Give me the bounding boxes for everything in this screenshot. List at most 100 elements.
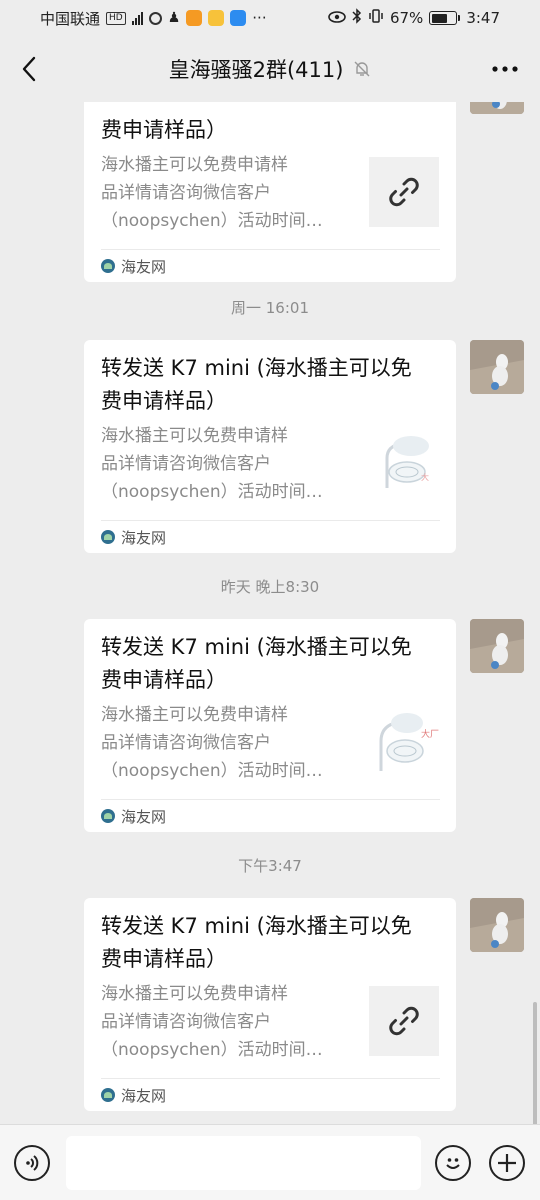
- link-card-body: 海水播主可以免费申请样 品详情请咨询微信客户 （noopsychen）活动时间……: [101, 422, 440, 506]
- link-card-source: 海友网: [101, 799, 440, 832]
- svg-text:大: 大: [421, 472, 429, 482]
- source-logo-icon: [101, 809, 115, 823]
- status-right: 67% 3:47: [328, 8, 500, 28]
- sync-icon: [148, 11, 162, 25]
- eye-icon: [328, 9, 346, 27]
- message-timestamp: 下午3:47: [238, 857, 302, 875]
- link-card-description: 海水播主可以免费申请样 品详情请咨询微信客户 （noopsychen）活动时间…: [101, 422, 353, 506]
- message-list[interactable]: 费申请样品） 海水播主可以免费申请样 品详情请咨询微信客户 （noopsyche…: [0, 102, 540, 1124]
- link-card-title-line: 转发送 K7 mini (海水播主可以免: [101, 914, 412, 938]
- desc-line: 海水播主可以免费申请样: [101, 984, 288, 1004]
- carrier-label: 中国联通: [40, 9, 101, 28]
- chat-title: 皇海骚骚2群(411): [168, 58, 344, 82]
- desc-line: 品详情请咨询微信客户: [101, 733, 271, 753]
- battery-icon: [429, 11, 461, 25]
- bell-off-icon: [354, 61, 370, 77]
- desc-line: （noopsychen）活动时间…: [101, 1040, 323, 1060]
- signal-icon: [131, 11, 143, 25]
- desc-line: 海水播主可以免费申请样: [101, 426, 288, 446]
- sender-avatar[interactable]: [470, 619, 524, 673]
- source-logo-icon: [101, 1088, 115, 1102]
- link-icon: [389, 177, 419, 207]
- product-image-icon: 大: [385, 436, 429, 488]
- plus-icon: [498, 1154, 516, 1172]
- link-card[interactable]: 转发送 K7 mini (海水播主可以免 费申请样品） 海水播主可以免费申请样 …: [84, 340, 456, 553]
- vibrate-icon: [368, 8, 384, 28]
- emoji-icon: [446, 1158, 460, 1169]
- link-card-title: 转发送 K7 mini (海水播主可以免 费申请样品）: [101, 631, 439, 697]
- source-logo-icon: [101, 530, 115, 544]
- sender-avatar[interactable]: [470, 898, 524, 952]
- source-name: 海友网: [121, 807, 167, 826]
- source-logo-icon: [101, 259, 115, 273]
- link-icon: [389, 1006, 419, 1036]
- search-app-icon: [230, 10, 247, 26]
- desc-line: 品详情请咨询微信客户: [101, 1012, 271, 1032]
- message-timestamp: 昨天 晚上8:30: [220, 578, 320, 596]
- link-card-title-line: 费申请样品）: [101, 389, 227, 413]
- link-card-description: 海水播主可以免费申请样 品详情请咨询微信客户 （noopsychen）活动时间…: [101, 701, 353, 785]
- link-card-body: 海水播主可以免费申请样 品详情请咨询微信客户 （noopsychen）活动时间…: [101, 980, 440, 1064]
- link-card-title-line: [101, 102, 439, 114]
- more-options-button[interactable]: [488, 50, 522, 88]
- back-button[interactable]: [12, 50, 46, 88]
- svg-text:大厂: 大厂: [421, 728, 439, 740]
- voice-icon: [26, 1155, 39, 1171]
- source-name: 海友网: [121, 257, 167, 276]
- link-card-source: 海友网: [101, 520, 440, 553]
- source-name: 海友网: [121, 528, 167, 547]
- status-bar: 中国联通 HD ♟ ··· 67% 3:47: [0, 0, 540, 36]
- link-thumbnail: 大: [369, 428, 439, 498]
- link-card-title: 转发送 K7 mini (海水播主可以免 费申请样品）: [101, 352, 439, 418]
- video-app-icon: [186, 10, 203, 26]
- title-group: 皇海骚骚2群(411): [169, 54, 372, 84]
- qq-icon: ♟: [167, 10, 181, 26]
- sender-avatar[interactable]: [470, 102, 524, 114]
- desc-line: 品详情请咨询微信客户: [101, 183, 271, 203]
- link-card-title-line: 费申请样品）: [101, 118, 227, 142]
- link-card-source: 海友网: [101, 1078, 440, 1111]
- message-input[interactable]: [66, 1136, 421, 1190]
- link-thumbnail: [369, 986, 439, 1056]
- app-icon: [208, 10, 225, 26]
- more-horizontal-icon: [492, 66, 518, 72]
- link-card-title-line: 转发送 K7 mini (海水播主可以免: [101, 356, 412, 380]
- desc-line: 品详情请咨询微信客户: [101, 454, 271, 474]
- link-card-title: 转发送 K7 mini (海水播主可以免 费申请样品）: [101, 910, 439, 976]
- link-card-title: 费申请样品）: [101, 102, 439, 147]
- more-notifications-icon: ···: [252, 9, 267, 27]
- chat-screen: 中国联通 HD ♟ ··· 67% 3:47 皇海骚骚2群(411) 费申请样品…: [0, 0, 540, 1200]
- source-name: 海友网: [121, 1086, 167, 1105]
- chevron-left-icon: [22, 56, 36, 82]
- link-card-title-line: 转发送 K7 mini (海水播主可以免: [101, 635, 412, 659]
- link-card-source: 海友网: [101, 249, 440, 282]
- desc-line: 海水播主可以免费申请样: [101, 705, 288, 725]
- emoji-button[interactable]: [435, 1145, 471, 1181]
- input-bar: [0, 1124, 540, 1200]
- product-image-icon: 大厂: [379, 713, 439, 771]
- desc-line: 海水播主可以免费申请样: [101, 155, 288, 175]
- link-card[interactable]: 转发送 K7 mini (海水播主可以免 费申请样品） 海水播主可以免费申请样 …: [84, 898, 456, 1111]
- desc-line: （noopsychen）活动时间…: [101, 761, 323, 781]
- link-card-description: 海水播主可以免费申请样 品详情请咨询微信客户 （noopsychen）活动时间…: [101, 151, 353, 235]
- voice-button[interactable]: [14, 1145, 50, 1181]
- desc-line: （noopsychen）活动时间…: [101, 482, 323, 502]
- hd-badge: HD: [106, 11, 126, 25]
- message-timestamp: 周一 16:01: [231, 299, 309, 317]
- link-thumbnail: 大厂: [369, 707, 439, 777]
- link-card[interactable]: 费申请样品） 海水播主可以免费申请样 品详情请咨询微信客户 （noopsyche…: [84, 102, 456, 282]
- link-card-description: 海水播主可以免费申请样 品详情请咨询微信客户 （noopsychen）活动时间…: [101, 980, 353, 1064]
- scrollbar[interactable]: [533, 1002, 537, 1124]
- desc-line: （noopsychen）活动时间…: [101, 211, 323, 231]
- more-functions-button[interactable]: [489, 1145, 525, 1181]
- link-thumbnail: [369, 157, 439, 227]
- link-card-body: 海水播主可以免费申请样 品详情请咨询微信客户 （noopsychen）活动时间……: [101, 701, 440, 785]
- link-card-body: 海水播主可以免费申请样 品详情请咨询微信客户 （noopsychen）活动时间…: [101, 151, 440, 235]
- sender-avatar[interactable]: [470, 340, 524, 394]
- link-card-title-line: 费申请样品）: [101, 668, 227, 692]
- chat-header: 皇海骚骚2群(411): [0, 36, 540, 102]
- battery-percent: 67%: [389, 9, 424, 27]
- link-card[interactable]: 转发送 K7 mini (海水播主可以免 费申请样品） 海水播主可以免费申请样 …: [84, 619, 456, 832]
- bluetooth-icon: [352, 8, 362, 28]
- status-left: 中国联通 HD ♟ ···: [40, 8, 267, 29]
